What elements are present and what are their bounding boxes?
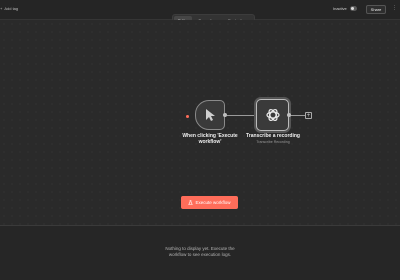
edge-trigger-to-transcribe xyxy=(227,115,254,116)
transcribe-node[interactable] xyxy=(256,99,289,131)
more-dots-icon[interactable]: ⋮ xyxy=(392,6,397,11)
trigger-label-line2: workflow' xyxy=(198,139,222,145)
active-toggle[interactable] xyxy=(349,6,357,11)
transcribe-node-label: Transcribe a recording xyxy=(246,133,300,139)
share-button[interactable]: Share xyxy=(366,5,386,14)
logs-empty-line2: workflow to see execution logs. xyxy=(168,252,232,257)
add-tag-link[interactable]: + Add tag xyxy=(0,6,18,12)
cursor-icon xyxy=(206,109,215,121)
active-toggle-group[interactable]: Inactive xyxy=(333,6,357,11)
add-tag-label: Add tag xyxy=(4,6,19,11)
logs-empty-message: Nothing to display yet. Execute the work… xyxy=(0,246,400,258)
edge-transcribe-to-add xyxy=(291,115,305,116)
plus-icon: + xyxy=(0,6,3,11)
flask-icon xyxy=(188,200,194,205)
add-node-button[interactable]: + xyxy=(305,112,312,119)
execute-workflow-label: Execute workflow xyxy=(195,200,231,205)
trigger-node[interactable] xyxy=(195,100,225,130)
trigger-node-label: When clicking 'Execute workflow' xyxy=(175,133,245,145)
openai-icon xyxy=(265,108,280,122)
execute-workflow-button[interactable]: Execute workflow xyxy=(181,196,238,209)
trigger-marker-icon xyxy=(186,115,189,118)
inactive-label: Inactive xyxy=(333,6,347,11)
transcribe-node-sublabel: Transcribe Recording xyxy=(256,140,290,144)
